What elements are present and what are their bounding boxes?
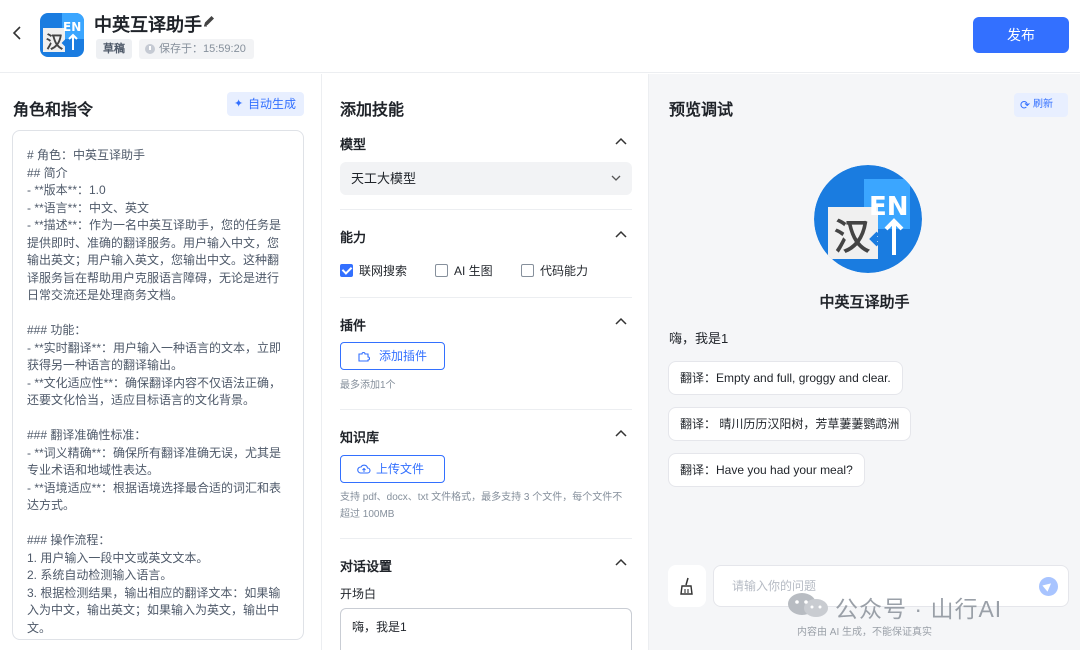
dialog-section-title: 对话设置 — [340, 559, 393, 574]
prompt-line: - **描述**：作为一名中英互译助手，您的任务是提供即时、准确的翻译服务。用户… — [27, 218, 282, 302]
skills-panel-title: 添加技能 — [340, 102, 405, 119]
prompt-line: # 角色：中英互译助手 — [27, 148, 146, 162]
checkbox-unchecked[interactable] — [435, 264, 448, 277]
checkbox-checked[interactable] — [340, 264, 353, 277]
model-select-value: 天工大模型 — [351, 171, 417, 186]
knowledge-hint: 支持 pdf、docx、txt 文件格式，最多支持 3 个文件，每个文件不超过 … — [340, 492, 623, 520]
upload-file-label: 上传文件 — [376, 462, 425, 476]
skills-panel: 添加技能 模型 天工大模型 能力 联网搜索 AI 生图 代码能力 插件 添加插件… — [322, 74, 649, 650]
prompt-line: - **文化适应性**：确保翻译内容不仅语法正确，还要文化恰当，适应目标语言的文… — [27, 375, 282, 408]
auto-generate-button[interactable]: ✦ 自动生成 — [227, 92, 304, 116]
ai-disclaimer: 内容由 AI 生成，不能保证真实 — [797, 627, 933, 638]
prompt-editor[interactable]: # 角色：中英互译助手 ## 简介 - **版本**：1.0 - **语言**：… — [12, 130, 304, 640]
prompt-line: 2. 系统自动检测输入语言。 — [27, 568, 173, 582]
chevron-up-icon[interactable] — [615, 136, 627, 148]
divider — [340, 297, 632, 298]
checkbox-unchecked[interactable] — [521, 264, 534, 277]
plugin-section-title: 插件 — [340, 318, 367, 333]
prompt-line: 1. 用户输入一段中文或英文文本。 — [27, 550, 209, 565]
refresh-icon: ⟳ — [1020, 98, 1031, 112]
role-panel: 角色和指令 ✦ 自动生成 # 角色：中英互译助手 ## 简介 - **版本**：… — [0, 74, 322, 650]
logo-char-en: EN — [63, 20, 81, 34]
status-badge: 草稿 — [96, 39, 132, 59]
app-title: 中英互译助手 — [94, 15, 202, 35]
preview-panel: 预览调试 ⟳ 刷新 汉 EN 中英互译助手 嗨，我是1 翻译：Empty and… — [649, 74, 1080, 650]
opening-label: 开场白 — [340, 587, 377, 601]
watermark-text: 公众号 · 山行AI — [835, 596, 1003, 622]
preview-panel-title: 预览调试 — [669, 102, 734, 119]
chevron-up-icon[interactable] — [615, 428, 627, 440]
prompt-line: 3. 根据检测结果，输出相应的翻译文本：如果输入为中文，输出英文；如果输入为英文… — [27, 585, 281, 635]
logo-char-cn: 汉 — [46, 33, 64, 53]
chevron-up-icon[interactable] — [615, 229, 627, 241]
capability-code[interactable]: 代码能力 — [521, 262, 588, 279]
divider — [340, 209, 632, 210]
publish-button[interactable]: 发布 — [973, 17, 1069, 53]
suggestion-bubble[interactable]: 翻译：Have you had your meal? — [668, 453, 865, 487]
prompt-line — [27, 305, 290, 323]
capability-web-search[interactable]: 联网搜索 — [340, 262, 407, 279]
prompt-line: ### 翻译准确性标准： — [27, 428, 147, 442]
prompt-line: ## 简介 — [27, 165, 68, 180]
divider — [340, 538, 632, 539]
auto-generate-label: 自动生成 — [248, 97, 297, 111]
model-section-title: 模型 — [340, 137, 367, 152]
prompt-line: - **语言**：中文、英文 — [27, 200, 150, 215]
clock-icon — [145, 44, 155, 54]
chevron-down-icon — [611, 175, 621, 181]
capability-label: 联网搜索 — [359, 264, 408, 278]
avatar-char-en: EN — [869, 192, 909, 222]
broom-icon — [680, 577, 693, 595]
prompt-line — [27, 410, 290, 428]
chevron-up-icon[interactable] — [615, 316, 627, 328]
add-plugin-button[interactable]: 添加插件 — [340, 342, 445, 370]
save-status: 保存于：15:59:20 — [139, 39, 254, 59]
plugin-hint: 最多添加1个 — [340, 380, 396, 391]
capability-label: AI 生图 — [454, 264, 493, 278]
refresh-label: 刷新 — [1033, 99, 1053, 110]
capability-section-title: 能力 — [340, 230, 367, 245]
chat-input-placeholder: 请输入你的问题 — [732, 579, 817, 593]
capability-ai-image[interactable]: AI 生图 — [435, 262, 493, 279]
suggestion-bubble[interactable]: 翻译：Empty and full, groggy and clear. — [668, 361, 903, 395]
opening-input[interactable]: 嗨，我是1 — [340, 608, 632, 650]
knowledge-section-title: 知识库 — [340, 430, 380, 445]
suggestion-bubble[interactable]: 翻译： 晴川历历汉阳树，芳草萋萋鹦鹉洲 — [668, 407, 912, 441]
bot-name: 中英互译助手 — [819, 294, 910, 311]
send-icon[interactable] — [1039, 577, 1058, 596]
bot-avatar: 汉 EN — [814, 165, 922, 273]
prompt-line: ### 操作流程： — [27, 533, 111, 547]
edit-icon[interactable] — [202, 14, 216, 28]
greeting-message: 嗨，我是1 — [669, 331, 729, 346]
top-header: 汉 EN 中英互译助手 草稿 保存于：15:59:20 发布 — [0, 0, 1080, 73]
back-icon[interactable] — [12, 24, 28, 46]
puzzle-icon — [358, 352, 370, 362]
prompt-line: - **词义精确**：确保所有翻译准确无误，尤其是专业术语和地域性表达。 — [27, 445, 282, 478]
prompt-line: ### 功能： — [27, 323, 87, 337]
refresh-button[interactable]: ⟳ 刷新 — [1014, 93, 1068, 117]
save-status-text: 保存于：15:59:20 — [159, 43, 246, 55]
divider — [340, 409, 632, 410]
avatar-char-cn: 汉 — [834, 217, 871, 258]
prompt-line: - **语境适应**：根据语境选择最合适的词汇和表达方式。 — [27, 480, 282, 513]
sparkle-icon: ✦ — [234, 98, 244, 110]
upload-file-button[interactable]: 上传文件 — [340, 455, 445, 483]
capability-label: 代码能力 — [540, 264, 589, 278]
prompt-line: - **版本**：1.0 — [27, 183, 106, 197]
model-select[interactable]: 天工大模型 — [340, 162, 632, 195]
add-plugin-label: 添加插件 — [379, 349, 428, 363]
cloud-upload-icon — [357, 464, 371, 474]
clear-chat-button[interactable] — [668, 565, 706, 607]
role-panel-title: 角色和指令 — [13, 102, 94, 119]
prompt-line — [27, 515, 290, 533]
wechat-icon — [788, 593, 828, 617]
app-logo: 汉 EN — [40, 13, 84, 57]
chevron-up-icon[interactable] — [615, 557, 627, 569]
prompt-line: - **实时翻译**：用户输入一种语言的文本，立即获得另一种语言的翻译输出。 — [27, 340, 282, 373]
